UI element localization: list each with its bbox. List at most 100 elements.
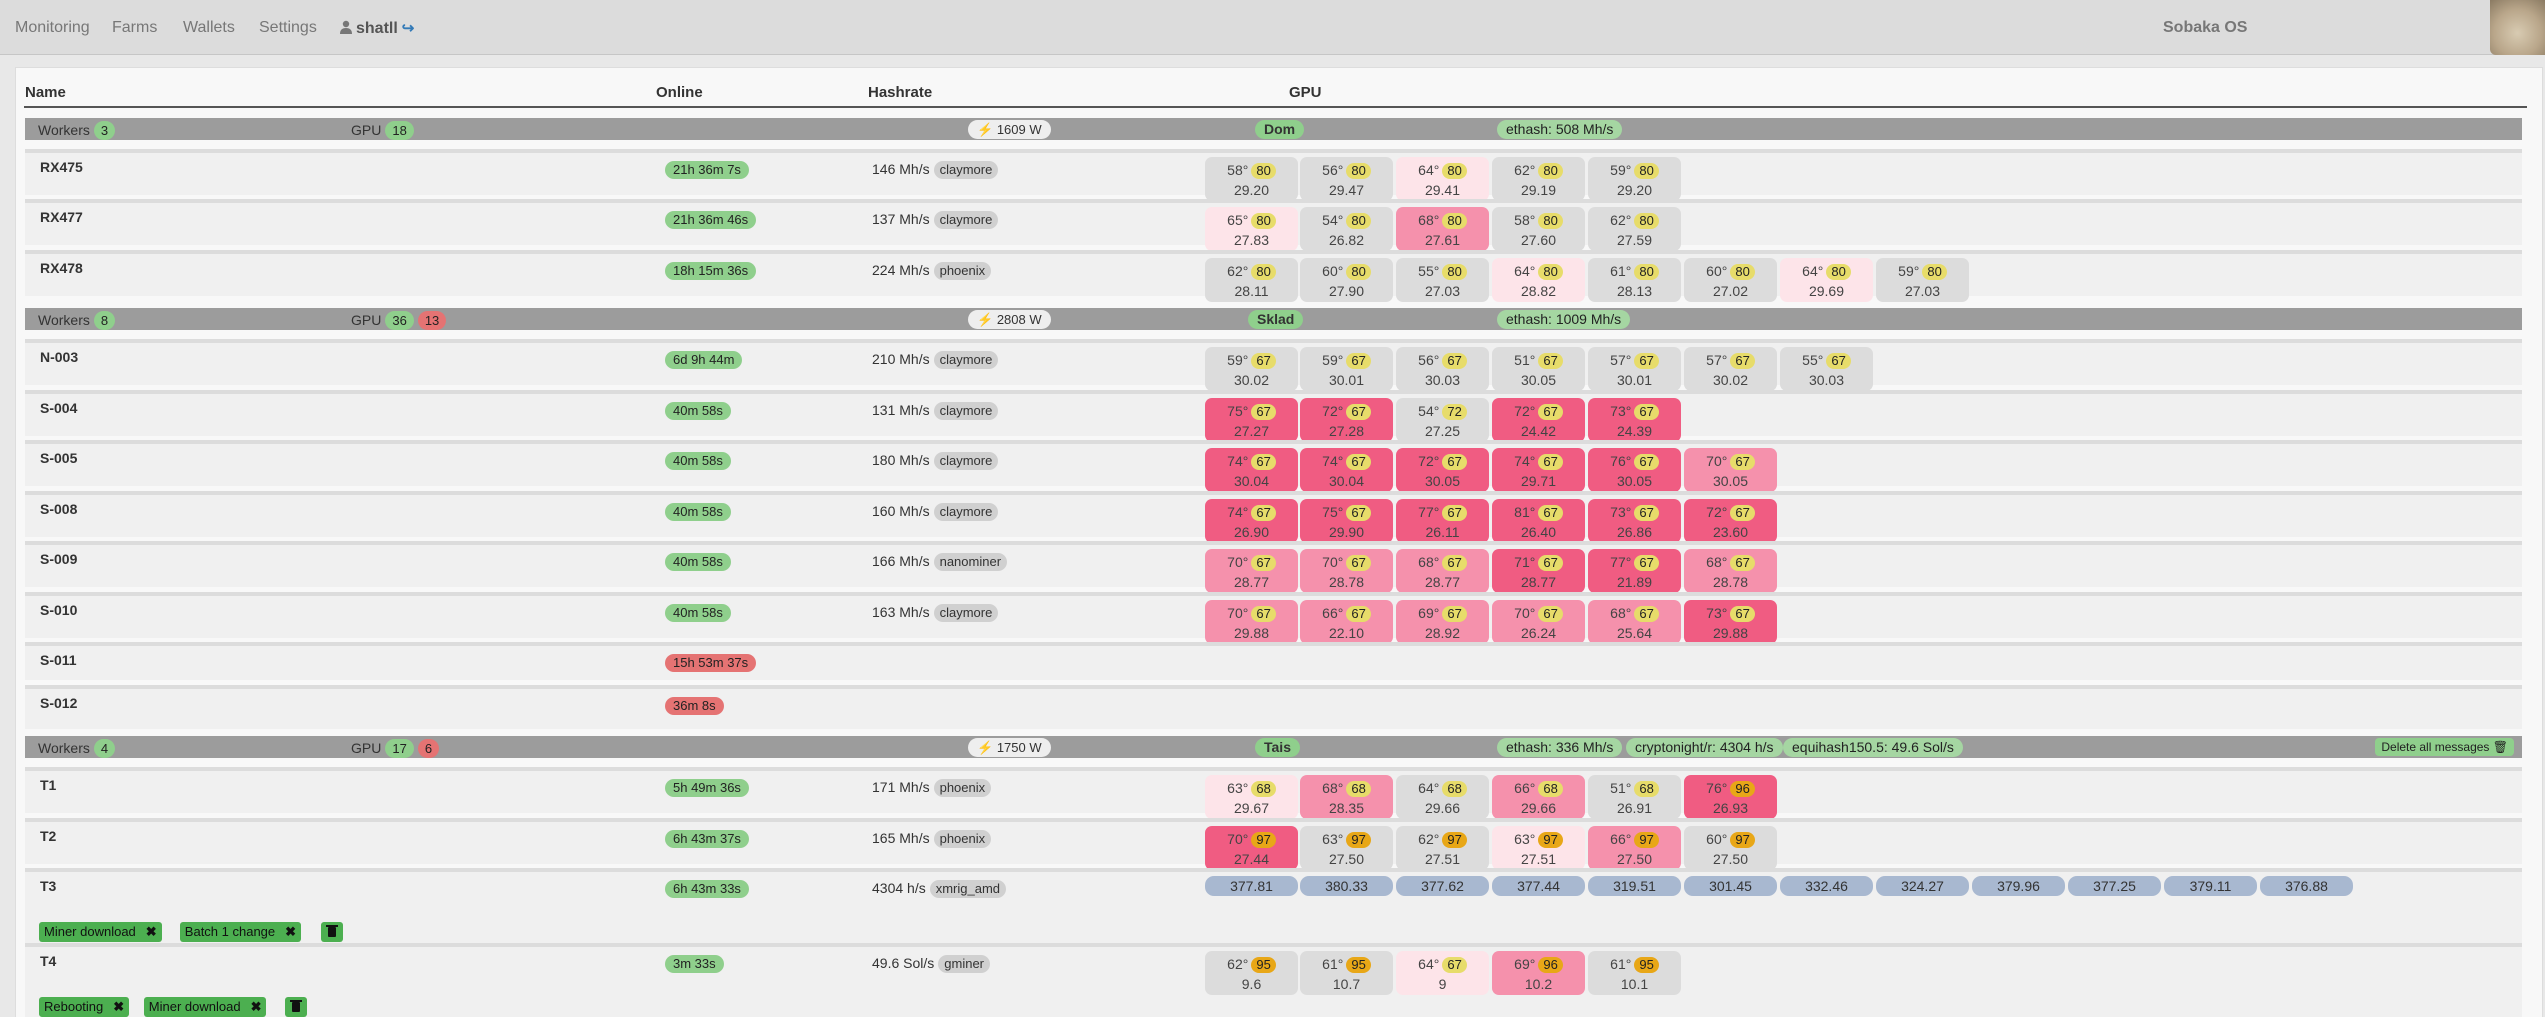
worker-name[interactable]: T4: [40, 953, 56, 969]
hashrate-value: 163 Mh/s: [872, 604, 930, 620]
worker-name[interactable]: T1: [40, 777, 56, 793]
gpu-bad-badge: 13: [417, 311, 447, 330]
gpu-card: 64° 80 28.82: [1492, 258, 1585, 302]
message-badge[interactable]: Miner download ✖: [39, 922, 162, 942]
worker-name[interactable]: N-003: [40, 349, 78, 365]
power-value: 1609 W: [996, 122, 1042, 137]
gpu-temp-fan: 73° 67: [1588, 504, 1681, 521]
gpu-temperature: 68°: [1610, 605, 1632, 621]
gpu-temp-fan: 62° 80: [1492, 162, 1585, 179]
worker-row: T2 6h 43m 37s 165 Mh/s phoenix 70° 97 27.44 63°…: [25, 818, 2522, 870]
nav-settings[interactable]: Settings: [259, 19, 317, 37]
gpu-hashrate: 30.03: [1424, 372, 1461, 388]
gpu-temperature: 62°: [1514, 162, 1536, 178]
gpu-fan-badge: 97: [1538, 832, 1563, 848]
gpu-temp-fan: 54° 72: [1396, 403, 1489, 420]
hashrate-value: 224 Mh/s: [872, 262, 930, 278]
gpu-fan-badge: 67: [1251, 555, 1276, 571]
gpu-fan-badge: 68: [1634, 781, 1659, 797]
gpu-temp-fan: 72° 67: [1684, 504, 1777, 521]
gpu-card: 74° 67 26.90: [1205, 499, 1298, 543]
user-menu[interactable]: shatll ↪: [340, 19, 414, 38]
online-duration-badge: 15h 53m 37s: [665, 654, 757, 672]
nav-wallets[interactable]: Wallets: [183, 19, 235, 37]
gpu-hashrate: 27.27: [1233, 423, 1270, 439]
hashrate-value: 160 Mh/s: [872, 503, 930, 519]
worker-name[interactable]: S-012: [40, 695, 77, 711]
close-icon[interactable]: ✖: [113, 999, 124, 1014]
farm-name-badge[interactable]: Dom: [1255, 120, 1305, 139]
message-badge[interactable]: Miner download ✖: [143, 997, 267, 1017]
gpu-hashrate-pill: 380.33: [1300, 876, 1393, 896]
gpu-card: 62° 80 29.19: [1492, 157, 1585, 201]
worker-name[interactable]: S-005: [40, 450, 77, 466]
worker-row: S-005 40m 58s 180 Mh/s claymore 74° 67 30.04 74…: [25, 440, 2522, 492]
worker-name[interactable]: RX478: [40, 260, 83, 276]
gpu-hashrate: 27.44: [1233, 851, 1270, 867]
gpu-hashrate: 30.05: [1616, 473, 1653, 489]
gpu-fan-badge: 67: [1346, 505, 1371, 521]
gpu-temperature: 72°: [1706, 504, 1728, 520]
gpu-fan-badge: 67: [1251, 353, 1276, 369]
miner-badge: claymore: [933, 503, 999, 521]
delete-messages-icon[interactable]: [320, 922, 343, 942]
worker-name[interactable]: S-010: [40, 602, 77, 618]
logout-icon[interactable]: ↪: [402, 19, 415, 37]
gpu-temperature: 75°: [1322, 504, 1344, 520]
worker-name[interactable]: RX475: [40, 159, 83, 175]
gpu-temperature: 66°: [1610, 831, 1632, 847]
worker-name[interactable]: RX477: [40, 209, 83, 225]
gpu-card: 68° 67 28.77: [1396, 549, 1489, 593]
gpu-hashrate: 10.1: [1620, 976, 1649, 992]
gpu-temp-fan: 62° 80: [1588, 212, 1681, 229]
miner-badge: nanominer: [933, 553, 1008, 571]
gpu-card: 81° 67 26.40: [1492, 499, 1585, 543]
message-badge[interactable]: Batch 1 change ✖: [179, 922, 302, 942]
gpu-ok-badge: 18: [385, 121, 414, 140]
gpu-fan-badge: 67: [1730, 606, 1755, 622]
gpu-temp-fan: 60° 80: [1300, 263, 1393, 280]
gpu-temperature: 75°: [1227, 403, 1249, 419]
gpu-temp-fan: 64° 80: [1492, 263, 1585, 280]
worker-name[interactable]: S-008: [40, 501, 77, 517]
gpu-fan-badge: 67: [1730, 454, 1755, 470]
gpu-temp-fan: 66° 67: [1300, 605, 1393, 622]
gpu-temperature: 62°: [1610, 212, 1632, 228]
worker-name[interactable]: S-004: [40, 400, 77, 416]
worker-name[interactable]: S-009: [40, 551, 77, 567]
close-icon[interactable]: ✖: [251, 999, 262, 1014]
workers-count-badge: 4: [93, 739, 116, 758]
worker-hashrate: 4304 h/s xmrig_amd: [872, 880, 1007, 898]
nav-farms[interactable]: Farms: [112, 19, 157, 37]
close-icon[interactable]: ✖: [146, 924, 157, 939]
gpu-card: 54° 72 27.25: [1396, 398, 1489, 442]
gpu-temp-fan: 77° 67: [1588, 554, 1681, 571]
nav-monitoring[interactable]: Monitoring: [15, 19, 90, 37]
gpu-temperature: 54°: [1418, 403, 1440, 419]
gpu-temp-fan: 70° 67: [1684, 453, 1777, 470]
delete-all-messages-button[interactable]: Delete all messages 🗑: [2375, 738, 2514, 756]
close-icon[interactable]: ✖: [285, 924, 296, 939]
miner-badge: claymore: [933, 211, 999, 229]
farm-name-badge[interactable]: Sklad: [1248, 310, 1304, 329]
gpu-temp-fan: 73° 67: [1684, 605, 1777, 622]
gpu-hashrate: 28.77: [1424, 574, 1461, 590]
worker-name[interactable]: T2: [40, 828, 56, 844]
gpu-temperature: 74°: [1227, 504, 1249, 520]
gpu-fan-badge: 95: [1251, 957, 1276, 973]
worker-name[interactable]: S-011: [40, 652, 77, 668]
farm-name-badge[interactable]: Tais: [1255, 738, 1300, 757]
worker-name[interactable]: T3: [40, 878, 56, 894]
gpu-hashrate: 27.51: [1520, 851, 1557, 867]
delete-messages-icon[interactable]: [284, 997, 307, 1017]
gpu-card: 54° 80 26.82: [1300, 207, 1393, 251]
gpu-temp-fan: 60° 80: [1684, 263, 1777, 280]
gpu-hashrate: 29.20: [1233, 182, 1270, 198]
gpu-temperature: 77°: [1418, 504, 1440, 520]
header-name: Name: [25, 84, 66, 101]
header-divider: [24, 106, 2527, 108]
power-badge: ⚡ 1750 W: [968, 738, 1051, 757]
message-badge[interactable]: Rebooting ✖: [39, 997, 130, 1017]
gpu-temperature: 65°: [1227, 212, 1249, 228]
gpu-temp-fan: 61° 95: [1300, 956, 1393, 973]
